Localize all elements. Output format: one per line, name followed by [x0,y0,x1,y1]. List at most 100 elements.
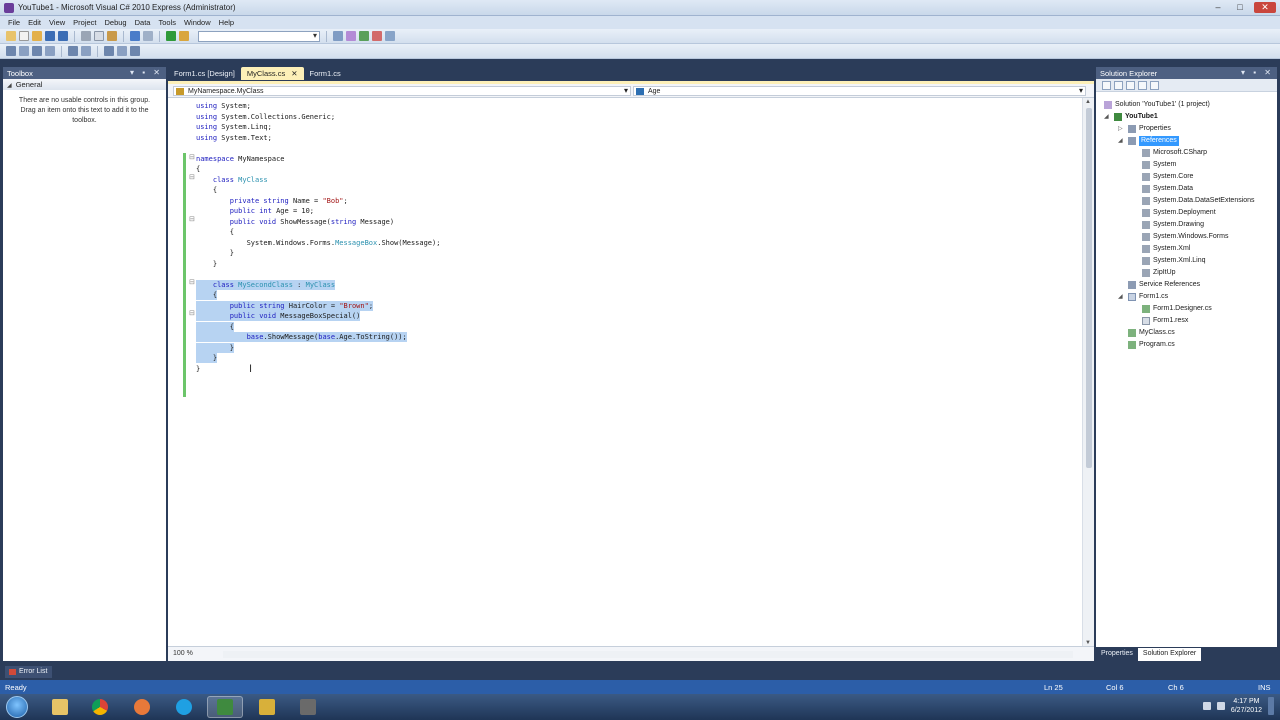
app-task[interactable] [290,696,326,718]
volume-icon[interactable] [1216,702,1225,710]
align-rights-icon[interactable] [32,46,42,56]
chrome-task[interactable] [82,696,118,718]
save-all-icon[interactable] [58,31,68,41]
member-dropdown[interactable]: Age [633,86,1086,96]
expanded-icon[interactable]: ◢ [1118,136,1125,146]
close-tab-icon[interactable]: ✕ [291,69,297,78]
start-debugging-icon[interactable] [166,31,176,41]
properties-icon[interactable] [346,31,356,41]
tree-item-reference[interactable]: ZipItUp [1142,268,1176,278]
solution-config-select[interactable] [198,30,320,42]
toolbox-group-general[interactable]: ◢ General [3,79,166,90]
fold-icon[interactable]: ⊟ [189,278,195,286]
app-task[interactable] [249,696,285,718]
tree-item-references[interactable]: ◢ References [1118,136,1179,146]
menu-tools[interactable]: Tools [154,16,180,29]
menu-debug[interactable]: Debug [101,16,131,29]
collapsed-icon[interactable]: ▷ [1118,124,1125,134]
menu-project[interactable]: Project [69,16,100,29]
bring-to-front-icon[interactable] [104,46,114,56]
code-editor[interactable]: MyNamespace.MyClass Age ⊟ ⊟ ⊟ ⊟ ⊟ using … [168,81,1094,661]
menu-file[interactable]: File [4,16,24,29]
paste-icon[interactable] [107,31,117,41]
expanded-icon[interactable]: ◢ [1118,292,1125,302]
tree-item-reference[interactable]: System.Data.DataSetExtensions [1142,196,1255,206]
new-project-icon[interactable] [6,31,16,41]
add-item-icon[interactable] [19,31,29,41]
make-same-size-icon[interactable] [68,46,78,56]
maximize-icon[interactable]: □ [1232,2,1248,13]
extension-icon[interactable] [385,31,395,41]
type-dropdown[interactable]: MyNamespace.MyClass [173,86,631,96]
tab-properties[interactable]: Properties [1096,648,1138,661]
tree-item-reference[interactable]: System.Xml.Linq [1142,256,1206,266]
tree-item-reference[interactable]: System.Data [1142,184,1193,194]
error-list-tab[interactable]: Error List [5,666,53,678]
skype-task[interactable] [166,696,202,718]
tree-item-reference[interactable]: Microsoft.CSharp [1142,148,1207,158]
vertical-scrollbar[interactable]: ▲ ▼ [1082,98,1094,647]
tab-solution-explorer[interactable]: Solution Explorer [1137,648,1202,661]
tree-item-properties[interactable]: ▷ Properties [1118,124,1171,134]
tree-item-reference[interactable]: System.Deployment [1142,208,1216,218]
minimize-icon[interactable]: – [1210,2,1226,13]
clock[interactable]: 4:17 PM 6/27/2012 [1231,697,1262,715]
tree-item-solution[interactable]: Solution 'YouTube1' (1 project) [1104,100,1210,110]
browser-task[interactable] [124,696,160,718]
tab-form1-code[interactable]: Form1.cs [304,67,347,80]
expanded-icon[interactable]: ◢ [1104,112,1111,122]
tree-item-reference[interactable]: System.Windows.Forms [1142,232,1228,242]
tree-item-file[interactable]: Program.cs [1128,340,1175,350]
panel-buttons[interactable]: ▾ ▪ ✕ [130,68,163,77]
properties-icon[interactable] [1102,81,1111,90]
find-icon[interactable] [179,31,189,41]
network-icon[interactable] [1202,702,1211,710]
menu-help[interactable]: Help [215,16,238,29]
tree-item-reference[interactable]: System.Xml [1142,244,1190,254]
refresh-icon[interactable] [1126,81,1135,90]
start-button-icon[interactable] [6,696,28,718]
fold-icon[interactable]: ⊟ [189,215,195,223]
tree-item-form1[interactable]: ◢ Form1.cs [1118,292,1168,302]
spacing-icon[interactable] [81,46,91,56]
copy-icon[interactable] [94,31,104,41]
tree-item-reference[interactable]: System.Drawing [1142,220,1204,230]
panel-buttons[interactable]: ▾ ▪ ✕ [1241,68,1274,77]
show-all-files-icon[interactable] [1114,81,1123,90]
tree-item-reference[interactable]: System [1142,160,1176,170]
redo-icon[interactable] [143,31,153,41]
object-browser-icon[interactable] [359,31,369,41]
view-designer-icon[interactable] [1150,81,1159,90]
view-code-icon[interactable] [1138,81,1147,90]
align-centers-icon[interactable] [19,46,29,56]
explorer-task[interactable] [42,696,78,718]
tree-item-service-references[interactable]: Service References [1128,280,1200,290]
send-to-back-icon[interactable] [117,46,127,56]
tree-item-file[interactable]: MyClass.cs [1128,328,1175,338]
menu-window[interactable]: Window [180,16,215,29]
undo-icon[interactable] [130,31,140,41]
tree-item-file[interactable]: Form1.Designer.cs [1142,304,1212,314]
tab-myclass[interactable]: MyClass.cs ✕ [240,67,304,80]
menu-view[interactable]: View [45,16,69,29]
menu-edit[interactable]: Edit [24,16,45,29]
fold-icon[interactable]: ⊟ [189,173,195,181]
scrollbar-thumb[interactable] [1086,108,1092,468]
tree-item-project[interactable]: ◢ YouTube1 [1104,112,1158,122]
zoom-level[interactable]: 100 % [173,650,193,657]
save-icon[interactable] [45,31,55,41]
close-icon[interactable]: ✕ [1254,2,1276,13]
scroll-up-icon[interactable]: ▲ [1085,99,1091,105]
show-desktop-icon[interactable] [1268,697,1274,715]
solution-explorer-icon[interactable] [333,31,343,41]
code-area[interactable]: ⊟ ⊟ ⊟ ⊟ ⊟ using System; using System.Col… [168,101,1080,647]
open-file-icon[interactable] [32,31,42,41]
cut-icon[interactable] [81,31,91,41]
align-tops-icon[interactable] [45,46,55,56]
align-lefts-icon[interactable] [6,46,16,56]
tree-item-reference[interactable]: System.Core [1142,172,1193,182]
toolbox-icon[interactable] [372,31,382,41]
tab-form1-design[interactable]: Form1.cs [Design] [168,67,241,80]
fold-icon[interactable]: ⊟ [189,153,195,161]
tree-item-file[interactable]: Form1.resx [1142,316,1188,326]
